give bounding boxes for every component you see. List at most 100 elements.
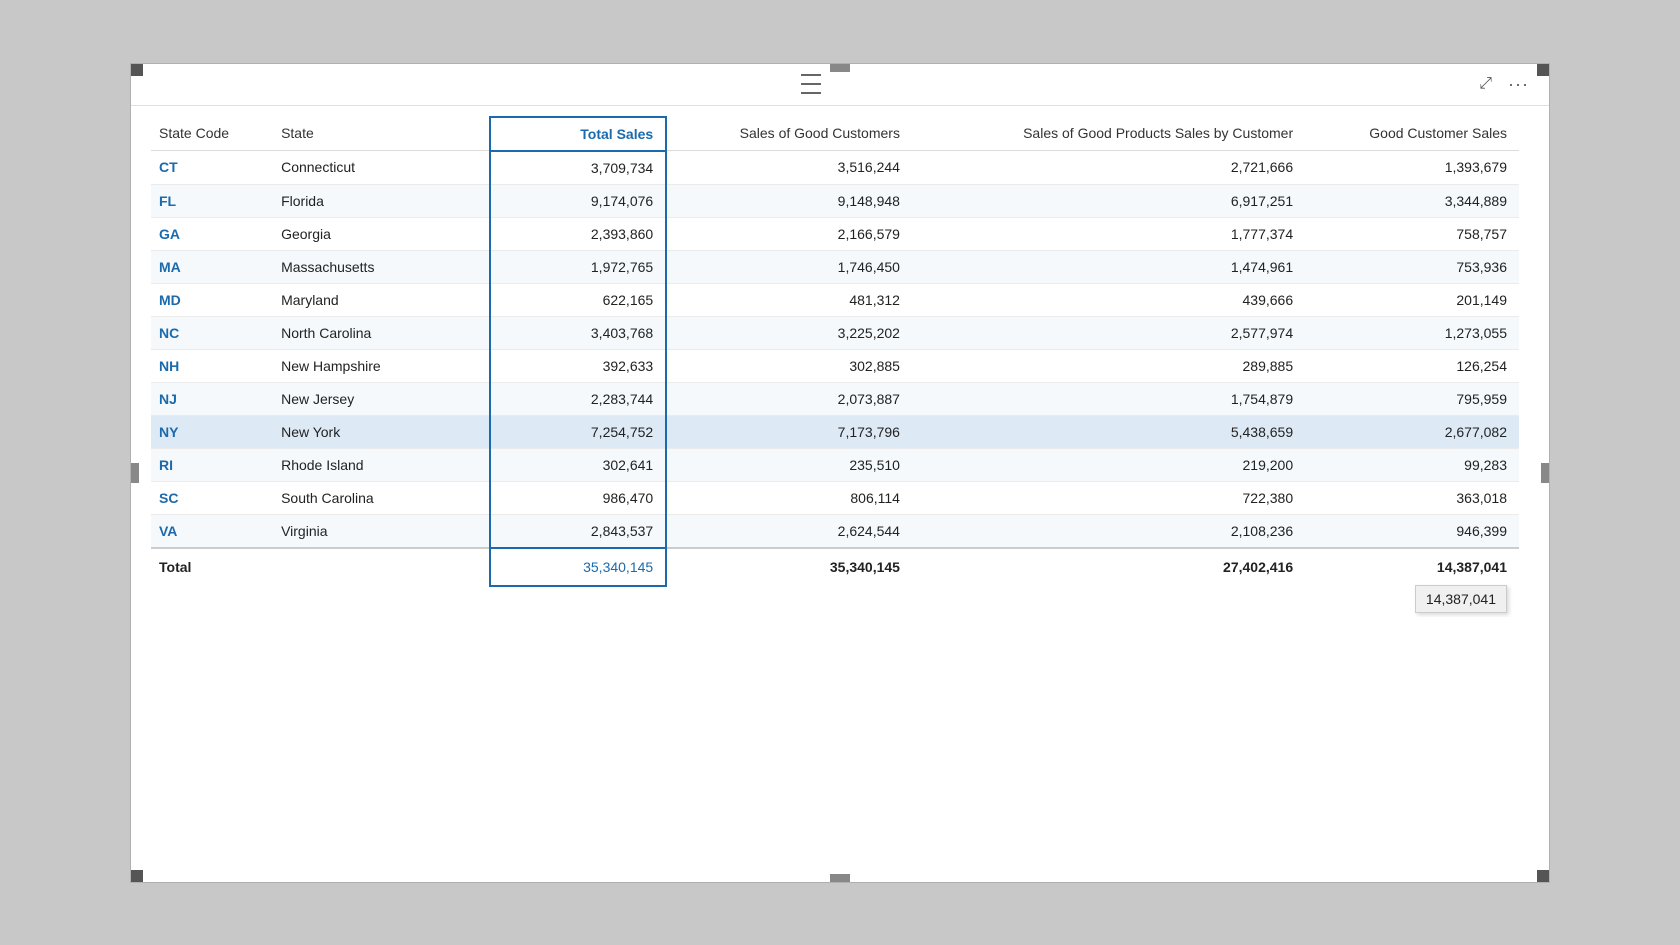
cell-good-customer-sales: 126,254 <box>1305 349 1519 382</box>
table-row: NHNew Hampshire392,633302,885289,885126,… <box>151 349 1519 382</box>
tooltip-box: 14,387,041 <box>1415 585 1507 613</box>
cell-sales-good-products: 5,438,659 <box>912 415 1305 448</box>
cell-state-code: CT <box>151 151 273 185</box>
cell-sales-good-customers: 9,148,948 <box>666 184 912 217</box>
cell-state: North Carolina <box>273 316 490 349</box>
cell-state-code: NY <box>151 415 273 448</box>
cell-good-customer-sales: 201,149 <box>1305 283 1519 316</box>
cell-state-code: GA <box>151 217 273 250</box>
cell-state: New Jersey <box>273 382 490 415</box>
table-row: NJNew Jersey2,283,7442,073,8871,754,8797… <box>151 382 1519 415</box>
resize-handle-bl[interactable] <box>131 870 143 882</box>
cell-sales-good-customers: 3,516,244 <box>666 151 912 185</box>
table-row: GAGeorgia2,393,8602,166,5791,777,374758,… <box>151 217 1519 250</box>
cell-good-customer-sales: 795,959 <box>1305 382 1519 415</box>
table-row: NCNorth Carolina3,403,7683,225,2022,577,… <box>151 316 1519 349</box>
cell-total-sales: 2,393,860 <box>490 217 666 250</box>
col-header-total-sales[interactable]: Total Sales <box>490 117 666 151</box>
resize-handle-left[interactable] <box>131 463 139 483</box>
cell-total-sales: 302,641 <box>490 448 666 481</box>
cell-state: New York <box>273 415 490 448</box>
cell-state: Maryland <box>273 283 490 316</box>
cell-sales-good-customers: 7,173,796 <box>666 415 912 448</box>
cell-good-customer-sales: 1,393,679 <box>1305 151 1519 185</box>
cell-total-sales: 3,709,734 <box>490 151 666 185</box>
cell-good-customer-sales: 363,018 <box>1305 481 1519 514</box>
table-row: MDMaryland622,165481,312439,666201,149 <box>151 283 1519 316</box>
col-header-good-customer-sales: Good Customer Sales <box>1305 117 1519 151</box>
col-header-sales-good-customers: Sales of Good Customers <box>666 117 912 151</box>
cell-state-code: MD <box>151 283 273 316</box>
cell-good-customer-sales: 758,757 <box>1305 217 1519 250</box>
cell-sales-good-customers: 235,510 <box>666 448 912 481</box>
col-header-sales-good-products: Sales of Good Products Sales by Customer <box>912 117 1305 151</box>
cell-sales-good-products: 722,380 <box>912 481 1305 514</box>
cell-state: Massachusetts <box>273 250 490 283</box>
cell-sales-good-products: 1,777,374 <box>912 217 1305 250</box>
cell-sales-good-customers: 1,746,450 <box>666 250 912 283</box>
cell-sales-good-products: 2,108,236 <box>912 514 1305 548</box>
table-row: NYNew York7,254,7527,173,7965,438,6592,6… <box>151 415 1519 448</box>
resize-handle-tr[interactable] <box>1537 64 1549 76</box>
cell-good-customer-sales: 1,273,055 <box>1305 316 1519 349</box>
cell-state-code: RI <box>151 448 273 481</box>
cell-state: Florida <box>273 184 490 217</box>
cell-total-sales: 1,972,765 <box>490 250 666 283</box>
cell-total-sales: 986,470 <box>490 481 666 514</box>
total-good-customer-sales-value: 14,387,041 <box>1437 559 1507 575</box>
cell-state: South Carolina <box>273 481 490 514</box>
resize-handle-br[interactable] <box>1537 870 1549 882</box>
resize-handle-bottom[interactable] <box>830 874 850 882</box>
total-sales-good-products: 27,402,416 <box>912 548 1305 586</box>
cell-state: New Hampshire <box>273 349 490 382</box>
cell-state: Connecticut <box>273 151 490 185</box>
cell-sales-good-products: 1,474,961 <box>912 250 1305 283</box>
cell-total-sales: 9,174,076 <box>490 184 666 217</box>
cell-state-code: NC <box>151 316 273 349</box>
cell-good-customer-sales: 2,677,082 <box>1305 415 1519 448</box>
table-container: State Code State Total Sales Sales of Go… <box>131 106 1549 617</box>
cell-total-sales: 622,165 <box>490 283 666 316</box>
toolbar-actions: ⤢ ··· <box>1475 72 1533 97</box>
col-header-state: State <box>273 117 490 151</box>
cell-sales-good-products: 2,721,666 <box>912 151 1305 185</box>
cell-total-sales: 392,633 <box>490 349 666 382</box>
resize-handle-right[interactable] <box>1541 463 1549 483</box>
cell-sales-good-customers: 2,624,544 <box>666 514 912 548</box>
cell-sales-good-products: 2,577,974 <box>912 316 1305 349</box>
table-header-row: State Code State Total Sales Sales of Go… <box>151 117 1519 151</box>
cell-state: Rhode Island <box>273 448 490 481</box>
cell-state-code: SC <box>151 481 273 514</box>
table-row: VAVirginia2,843,5372,624,5442,108,236946… <box>151 514 1519 548</box>
cell-sales-good-products: 439,666 <box>912 283 1305 316</box>
cell-sales-good-customers: 806,114 <box>666 481 912 514</box>
cell-sales-good-products: 219,200 <box>912 448 1305 481</box>
cell-sales-good-customers: 302,885 <box>666 349 912 382</box>
cell-sales-good-products: 6,917,251 <box>912 184 1305 217</box>
cell-state-code: VA <box>151 514 273 548</box>
total-good-customer-sales: 14,387,041 14,387,041 <box>1305 548 1519 586</box>
more-options-icon[interactable]: ··· <box>1504 72 1533 97</box>
cell-state-code: MA <box>151 250 273 283</box>
table-row: RIRhode Island302,641235,510219,20099,28… <box>151 448 1519 481</box>
tooltip-container: 14,387,041 14,387,041 <box>1437 559 1507 575</box>
cell-sales-good-customers: 2,166,579 <box>666 217 912 250</box>
table-row: MAMassachusetts1,972,7651,746,4501,474,9… <box>151 250 1519 283</box>
table-row: FLFlorida9,174,0769,148,9486,917,2513,34… <box>151 184 1519 217</box>
cell-sales-good-products: 1,754,879 <box>912 382 1305 415</box>
cell-sales-good-customers: 2,073,887 <box>666 382 912 415</box>
cell-total-sales: 2,843,537 <box>490 514 666 548</box>
resize-handle-top[interactable] <box>830 64 850 72</box>
cell-sales-good-customers: 3,225,202 <box>666 316 912 349</box>
expand-icon[interactable]: ⤢ <box>1475 73 1496 95</box>
menu-icon[interactable] <box>801 72 821 96</box>
main-panel: ⤢ ··· State Code State Total Sales Sales… <box>130 63 1550 883</box>
table-row: SCSouth Carolina986,470806,114722,380363… <box>151 481 1519 514</box>
resize-handle-tl[interactable] <box>131 64 143 76</box>
total-sales-good-customers: 35,340,145 <box>666 548 912 586</box>
cell-sales-good-products: 289,885 <box>912 349 1305 382</box>
total-row: Total 35,340,145 35,340,145 27,402,416 1… <box>151 548 1519 586</box>
total-label: Total <box>151 548 490 586</box>
total-total-sales: 35,340,145 <box>490 548 666 586</box>
data-table: State Code State Total Sales Sales of Go… <box>151 116 1519 587</box>
